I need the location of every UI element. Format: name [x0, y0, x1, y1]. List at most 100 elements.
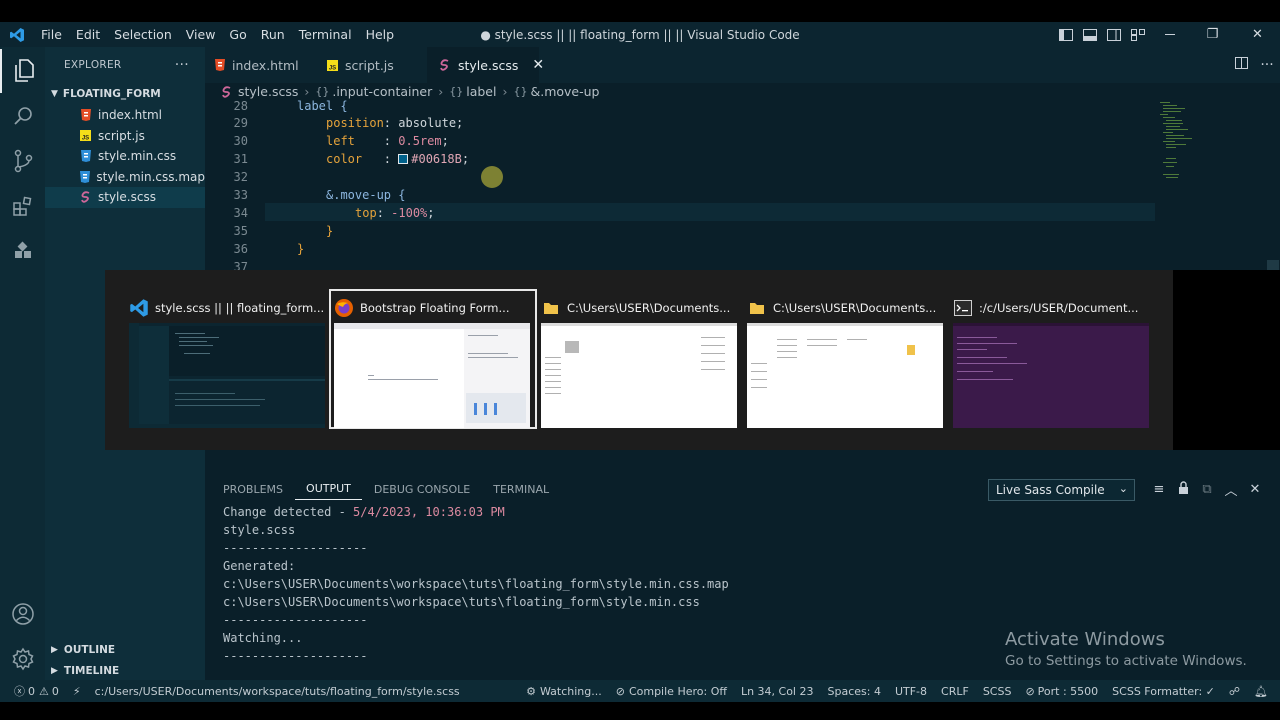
toggle-panel-icon[interactable]	[1078, 22, 1102, 47]
window-thumbnail	[541, 323, 737, 428]
menu-edit[interactable]: Edit	[69, 27, 107, 42]
menu-view[interactable]: View	[179, 27, 223, 42]
indentation[interactable]: Spaces: 4	[821, 685, 888, 698]
close-tab-icon[interactable]: ✕	[532, 57, 544, 73]
language-mode[interactable]: SCSS	[976, 685, 1019, 698]
breadcrumb-input-container[interactable]: .input-container	[332, 84, 432, 99]
breadcrumb-file[interactable]: style.scss	[238, 84, 298, 99]
split-editor-icon[interactable]	[1228, 57, 1254, 73]
end-of-line[interactable]: CRLF	[934, 685, 976, 698]
title-bar: File Edit Selection View Go Run Terminal…	[0, 22, 1280, 47]
problems-status[interactable]: ⓧ 0 ⚠ 0	[0, 683, 66, 699]
clear-output-icon[interactable]: ≡	[1147, 482, 1171, 497]
live-sass-watching[interactable]: ⚙ Watching...	[519, 685, 609, 698]
output-channel-value: Live Sass Compile	[996, 483, 1105, 497]
more-actions-icon[interactable]: ···	[175, 57, 189, 73]
css-icon	[79, 150, 92, 163]
folder-floating-form[interactable]: ▼ FLOATING_FORM	[45, 83, 205, 105]
sync-icon[interactable]: ⚡	[66, 685, 88, 698]
code-text: label {	[297, 100, 348, 113]
outline-label: OUTLINE	[63, 643, 116, 656]
window-thumbnail	[129, 323, 325, 428]
search-icon[interactable]	[0, 94, 45, 138]
window-switcher: style.scss || || floating_form... Bootst…	[105, 270, 1173, 450]
source-control-icon[interactable]	[0, 139, 45, 183]
breadcrumb-label[interactable]: label	[466, 84, 496, 99]
close-window-icon[interactable]: ✕	[1235, 22, 1280, 47]
live-server-port[interactable]: ⊘ Port : 5500	[1018, 685, 1105, 698]
code-editor[interactable]: 28 label { 29 position: absolute; 30 lef…	[205, 100, 1280, 270]
folder-name: FLOATING_FORM	[62, 88, 161, 100]
vscode-logo-icon[interactable]	[0, 22, 34, 47]
switcher-window-explorer-2[interactable]: C:\Users\USER\Documents...	[743, 290, 947, 428]
breadcrumb-move-up[interactable]: &.move-up	[530, 84, 599, 99]
minimize-icon[interactable]	[1150, 22, 1190, 47]
switcher-window-terminal[interactable]: :/c/Users/USER/Document...	[949, 290, 1153, 428]
menu-help[interactable]: Help	[359, 27, 402, 42]
more-editor-actions-icon[interactable]: ···	[1254, 57, 1280, 73]
file-style-min-css[interactable]: style.min.css	[45, 146, 205, 167]
open-in-editor-icon[interactable]: ⧉	[1195, 482, 1219, 497]
switcher-window-vscode[interactable]: style.scss || || floating_form...	[125, 290, 329, 428]
explorer-icon[interactable]	[0, 49, 45, 93]
compile-hero-status[interactable]: ⊘ Compile Hero: Off	[609, 685, 734, 698]
window-thumbnail	[334, 323, 530, 428]
feedback-icon[interactable]: ☍	[1222, 685, 1247, 698]
cursor-position[interactable]: Ln 34, Col 23	[734, 685, 821, 698]
sass-icon	[221, 85, 233, 98]
scss-formatter-status[interactable]: SCSS Formatter: ✓	[1105, 685, 1222, 698]
switcher-window-explorer-1[interactable]: C:\Users\USER\Documents...	[537, 290, 741, 428]
menu-terminal[interactable]: Terminal	[292, 27, 359, 42]
output-line: --------------------	[223, 613, 368, 627]
output-line: style.scss	[223, 523, 296, 537]
encoding[interactable]: UTF-8	[888, 685, 934, 698]
code-line: 30 left : 0.5rem;	[205, 132, 1155, 150]
tab-terminal[interactable]: TERMINAL	[482, 478, 560, 500]
maximize-panel-icon[interactable]: ︿	[1219, 480, 1243, 499]
file-index-html[interactable]: index.html	[45, 105, 205, 126]
tab-style-scss[interactable]: style.scss ✕	[427, 47, 544, 83]
remote-explorer-icon[interactable]	[0, 229, 45, 273]
output-line: Watching...	[223, 631, 303, 645]
close-panel-icon[interactable]: ✕	[1243, 482, 1267, 497]
editor-scrollbar[interactable]	[1267, 260, 1279, 270]
outline-section[interactable]: ▶ OUTLINE	[45, 639, 205, 660]
tab-output[interactable]: OUTPUT	[295, 478, 362, 500]
js-icon: JS	[327, 59, 338, 71]
toggle-sidebar-icon[interactable]	[1054, 22, 1078, 47]
output-channel-select[interactable]: Live Sass Compile ⌄	[988, 479, 1135, 501]
lock-scroll-icon[interactable]	[1171, 480, 1195, 498]
switcher-window-firefox[interactable]: Bootstrap Floating Form...	[329, 289, 537, 429]
restore-icon[interactable]: ❐	[1190, 22, 1235, 47]
account-icon[interactable]	[0, 592, 45, 636]
code-text: top: -100%;	[355, 206, 435, 220]
toggle-secondary-sidebar-icon[interactable]	[1102, 22, 1126, 47]
sass-icon	[439, 59, 451, 71]
menu-run[interactable]: Run	[254, 27, 292, 42]
file-style-scss[interactable]: style.scss	[45, 187, 205, 208]
file-style-min-css-map[interactable]: style.min.css.map	[45, 167, 205, 188]
timeline-section[interactable]: ▶ TIMELINE	[45, 660, 205, 681]
settings-gear-icon[interactable]	[0, 637, 45, 681]
output-log[interactable]: Change detected - 5/4/2023, 10:36:03 PM s…	[223, 503, 729, 665]
tab-problems[interactable]: PROBLEMS	[212, 478, 294, 500]
menu-go[interactable]: Go	[222, 27, 253, 42]
notifications-icon[interactable]: 🔔︎	[1247, 685, 1280, 698]
tab-index-html[interactable]: index.html	[205, 47, 315, 83]
file-script-js[interactable]: JS script.js	[45, 126, 205, 147]
tab-script-js[interactable]: JS script.js	[315, 47, 427, 83]
customize-layout-icon[interactable]	[1126, 22, 1150, 47]
color-swatch-icon[interactable]	[398, 154, 409, 164]
extensions-icon[interactable]	[0, 184, 45, 228]
menu-file[interactable]: File	[34, 27, 69, 42]
minimap[interactable]	[1160, 100, 1220, 185]
folder-icon	[541, 298, 561, 318]
file-label: style.min.css.map	[96, 169, 205, 184]
panel-actions: ≡ ⧉ ︿ ✕	[1147, 478, 1267, 500]
activate-windows-watermark: Activate Windows Go to Settings to activ…	[1005, 629, 1247, 669]
code-line: 32	[205, 168, 1155, 186]
menu-selection[interactable]: Selection	[107, 27, 179, 42]
chevron-right-icon: ▶	[51, 644, 58, 655]
status-file-path[interactable]: c:/Users/USER/Documents/workspace/tuts/f…	[88, 685, 467, 698]
tab-debug-console[interactable]: DEBUG CONSOLE	[363, 478, 481, 500]
